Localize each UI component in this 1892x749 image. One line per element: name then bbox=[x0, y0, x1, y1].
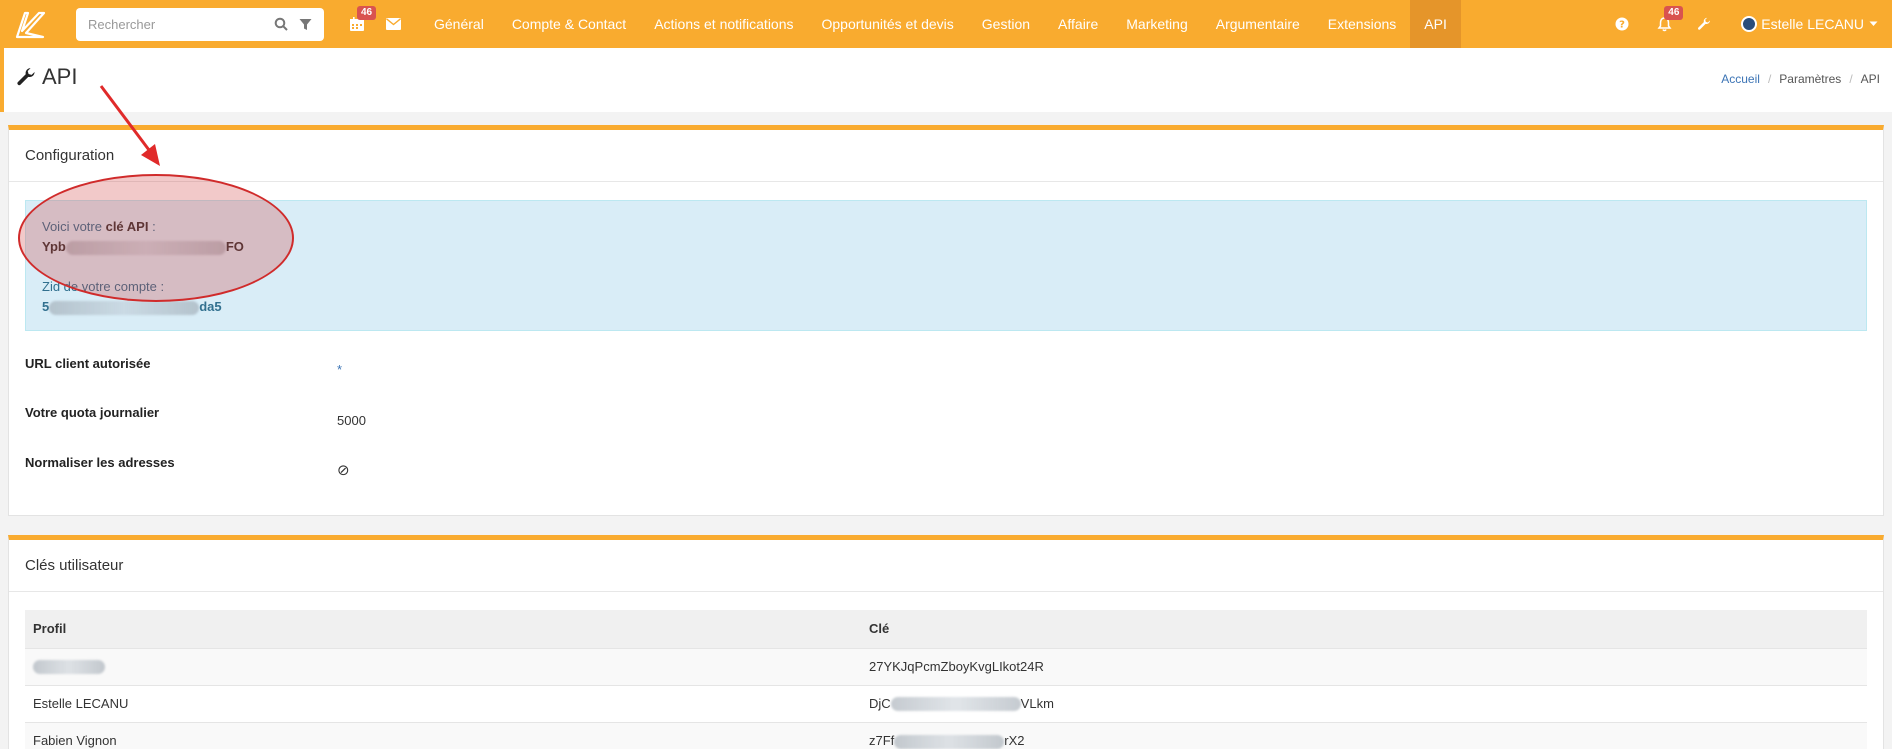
user-menu[interactable]: Estelle LECANU bbox=[1733, 16, 1892, 32]
filter-icon[interactable] bbox=[297, 15, 314, 33]
profile-cell bbox=[25, 647, 861, 685]
wrench-icon bbox=[1698, 17, 1711, 30]
menu-item-general[interactable]: Général bbox=[420, 0, 498, 48]
url-client-label: URL client autorisée bbox=[25, 356, 151, 371]
logo-icon bbox=[15, 11, 46, 39]
annotation-ellipse bbox=[18, 174, 294, 302]
calendar-nav[interactable]: 46 bbox=[342, 0, 377, 48]
user-keys-table: Profil Clé 27YKJqPcmZboyKvgLIkot24R Este… bbox=[25, 610, 1867, 749]
navbar-right: ? 46 Estelle LECANU bbox=[1607, 0, 1892, 48]
help-nav[interactable]: ? bbox=[1607, 0, 1637, 48]
menu-item-actions-notifications[interactable]: Actions et notifications bbox=[640, 0, 807, 48]
breadcrumb-parametres[interactable]: Paramètres bbox=[1779, 72, 1841, 86]
menu-item-api[interactable]: API bbox=[1410, 0, 1461, 48]
breadcrumb-home[interactable]: Accueil bbox=[1721, 72, 1760, 86]
settings-nav[interactable] bbox=[1689, 0, 1719, 48]
redacted-blur bbox=[894, 734, 1005, 749]
breadcrumb-current: API bbox=[1860, 72, 1880, 86]
normalize-addresses-label: Normaliser les adresses bbox=[25, 455, 175, 470]
mail-nav[interactable] bbox=[378, 0, 408, 48]
menu-item-gestion[interactable]: Gestion bbox=[968, 0, 1044, 48]
profile-cell: Fabien Vignon bbox=[25, 721, 861, 749]
table-row: Fabien Vignon z7Ff rX2 bbox=[25, 721, 1867, 749]
daily-quota-label: Votre quota journalier bbox=[25, 405, 160, 420]
top-navbar: 46 Général Compte & Contact Actions et n… bbox=[0, 0, 1892, 48]
redacted-blur bbox=[49, 300, 200, 315]
breadcrumb: Accueil / Paramètres / API bbox=[1721, 72, 1880, 86]
breadcrumb-separator: / bbox=[1767, 72, 1772, 86]
breadcrumb-separator: / bbox=[1849, 72, 1853, 86]
menu-item-opportunites-devis[interactable]: Opportunités et devis bbox=[808, 0, 968, 48]
user-keys-panel: Clés utilisateur Profil Clé 27YKJqPcmZbo… bbox=[8, 535, 1884, 749]
page-title-text: API bbox=[42, 64, 78, 89]
redacted-blur bbox=[33, 660, 105, 675]
column-header-profil: Profil bbox=[25, 610, 861, 648]
chevron-down-icon bbox=[1869, 21, 1878, 26]
configuration-panel: Configuration Voici votre clé API : Ypb F… bbox=[8, 125, 1884, 516]
avatar bbox=[1741, 16, 1758, 32]
disabled-icon[interactable]: ⊘ bbox=[337, 461, 350, 479]
menu-item-argumentaire[interactable]: Argumentaire bbox=[1202, 0, 1314, 48]
envelope-icon bbox=[385, 18, 401, 30]
table-row: Estelle LECANU DjC VLkm bbox=[25, 684, 1867, 722]
configuration-heading: Configuration bbox=[9, 130, 1883, 182]
redacted-blur bbox=[890, 697, 1021, 712]
app-logo[interactable] bbox=[0, 0, 60, 48]
main-menu: Général Compte & Contact Actions et noti… bbox=[420, 0, 1461, 48]
notifications-badge: 46 bbox=[1664, 6, 1684, 20]
key-cell: 27YKJqPcmZboyKvgLIkot24R bbox=[861, 647, 1867, 685]
zid-value[interactable]: 5 da5 bbox=[42, 299, 222, 315]
table-header-row: Profil Clé bbox=[25, 610, 1867, 648]
url-client-value[interactable]: * bbox=[337, 362, 342, 377]
menu-item-compte-contact[interactable]: Compte & Contact bbox=[498, 0, 640, 48]
key-cell: z7Ff rX2 bbox=[861, 721, 1867, 749]
search-input[interactable] bbox=[88, 16, 264, 32]
menu-item-extensions[interactable]: Extensions bbox=[1314, 0, 1410, 48]
profile-cell: Estelle LECANU bbox=[25, 684, 861, 722]
search-icon[interactable] bbox=[272, 15, 289, 33]
user-name: Estelle LECANU bbox=[1761, 16, 1864, 32]
menu-item-affaire[interactable]: Affaire bbox=[1044, 0, 1112, 48]
search-box bbox=[76, 7, 324, 41]
svg-text:?: ? bbox=[1619, 20, 1625, 31]
wrench-icon bbox=[16, 67, 36, 87]
page-title: API bbox=[16, 64, 77, 90]
user-keys-heading: Clés utilisateur bbox=[9, 540, 1883, 592]
daily-quota-value: 5000 bbox=[337, 413, 366, 428]
notifications-nav[interactable]: 46 bbox=[1649, 0, 1684, 48]
page-header: API Accueil / Paramètres / API bbox=[0, 48, 1892, 112]
menu-item-marketing[interactable]: Marketing bbox=[1112, 0, 1201, 48]
column-header-cle: Clé bbox=[861, 610, 1867, 648]
api-info-box: Voici votre clé API : Ypb FO Zid de votre… bbox=[25, 200, 1867, 331]
table-row: 27YKJqPcmZboyKvgLIkot24R bbox=[25, 647, 1867, 685]
help-icon: ? bbox=[1615, 17, 1629, 31]
key-cell: DjC VLkm bbox=[861, 684, 1867, 722]
calendar-badge: 46 bbox=[357, 6, 377, 20]
